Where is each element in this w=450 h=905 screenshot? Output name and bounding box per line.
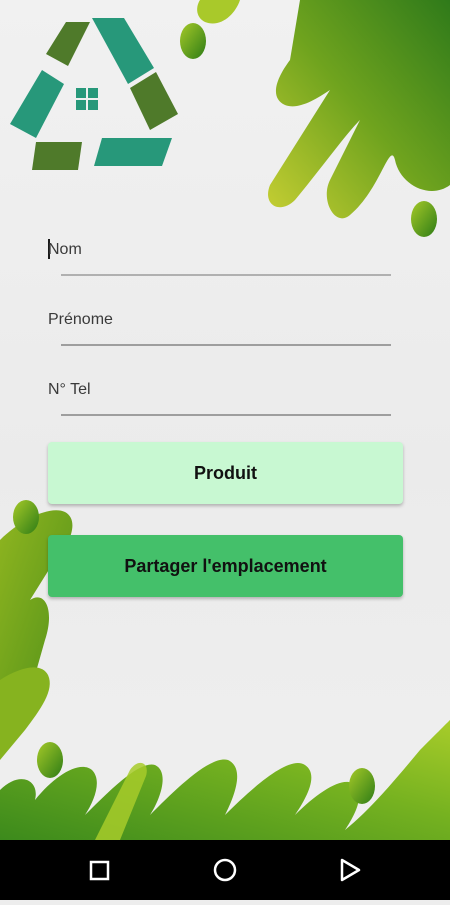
- tel-input[interactable]: [48, 373, 392, 407]
- house-window-icon: [76, 88, 98, 110]
- top-right-splash: [180, 0, 450, 237]
- produit-button[interactable]: Produit: [48, 442, 403, 504]
- prenom-input[interactable]: [48, 303, 392, 337]
- triangle-back-icon: [340, 858, 361, 882]
- nom-underline: [61, 274, 391, 276]
- tel-underline: [61, 414, 391, 416]
- home-button[interactable]: [195, 840, 255, 900]
- recents-button[interactable]: [70, 840, 130, 900]
- prenom-underline: [61, 344, 391, 346]
- bottom-splash: [0, 720, 450, 840]
- nom-field[interactable]: [48, 233, 392, 283]
- recycle-house-logo: [10, 18, 178, 170]
- partager-emplacement-button[interactable]: Partager l'emplacement: [48, 535, 403, 597]
- navigation-bar: [0, 840, 450, 900]
- back-button[interactable]: [320, 840, 380, 900]
- app-screen: Produit Partager l'emplacement: [0, 0, 450, 840]
- nom-input[interactable]: [48, 233, 392, 267]
- prenom-field[interactable]: [48, 303, 392, 353]
- square-icon: [89, 860, 110, 881]
- tel-field[interactable]: [48, 373, 392, 423]
- circle-icon: [213, 858, 237, 882]
